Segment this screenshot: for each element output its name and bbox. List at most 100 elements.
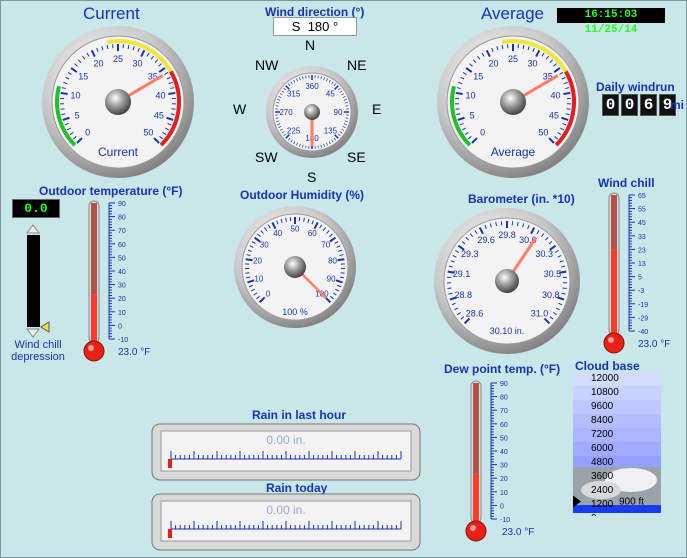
dew-point-scale-label: 0 <box>500 503 504 510</box>
current-wind-tick <box>168 91 176 96</box>
average-wind-tick <box>563 91 571 96</box>
wind-chill-thermometer: 65 55 45 33 23 13 5 -3 -19 -29 -40 <box>603 192 648 354</box>
wind-direction-tick-label: 225 <box>287 126 301 135</box>
wind-direction-tick-label: 270 <box>279 108 293 117</box>
humidity-gauge: 0102030405060708090100 100 % <box>234 206 356 328</box>
humidity-tick-label: 90 <box>327 274 336 283</box>
barometer-tick-label: 29.1 <box>453 269 471 279</box>
current-wind-tick <box>60 91 68 96</box>
wind-chill-depression-label-line1: Wind chill <box>14 339 62 351</box>
dew-point-title: Dew point temp. (°F) <box>444 362 561 376</box>
average-wind-tick-label: 30 <box>528 59 538 69</box>
cloud-base-ground <box>573 505 661 513</box>
cloud-base-scale-label: 3600 <box>591 471 614 482</box>
wind-chill-scale-label: 5 <box>638 275 642 282</box>
cloud-base-scale-label: 0 <box>591 513 597 516</box>
barometer-tick-label: 31.0 <box>531 309 549 319</box>
barometer-title: Barometer (in. *10) <box>468 192 575 206</box>
wind-chill-depression-label: Wind chill depression <box>11 339 65 363</box>
humidity-title: Outdoor Humidity (%) <box>240 188 364 202</box>
slider-pointer[interactable] <box>40 321 50 333</box>
current-wind-tick-label: 50 <box>143 127 153 137</box>
humidity-tick <box>340 272 345 274</box>
outdoor-temp-title: Outdoor temperature (°F) <box>39 184 183 198</box>
wind-chill-scale-label: 33 <box>638 234 646 241</box>
wind-chill-bulb-shine <box>608 337 614 343</box>
windrun-title: Daily windrun <box>596 80 675 94</box>
cloud-base-title: Cloud base <box>575 359 640 373</box>
humidity-tick-label: 10 <box>254 274 263 283</box>
outdoor-temp-scale-label: 80 <box>118 215 126 222</box>
humidity-tick-label: 20 <box>253 257 262 266</box>
barometer-tick <box>562 287 567 290</box>
outdoor-temp-mercury <box>91 294 97 345</box>
humidity-tick-label: 80 <box>328 257 337 266</box>
dew-point-scale-label: 90 <box>500 381 508 388</box>
wind-chill-mercury <box>611 249 617 337</box>
wind-chill-scale-label: 23 <box>638 247 646 254</box>
current-wind-label: Current <box>98 145 139 159</box>
wind-chill-depression-slider[interactable] <box>19 223 53 339</box>
wind-chill-title: Wind chill <box>598 176 655 190</box>
humidity-tick-label: 0 <box>266 290 271 299</box>
wind-chill-scale-label: -19 <box>638 302 648 309</box>
wind-chill-value: 23.0 °F <box>638 339 671 350</box>
current-wind-tick-label: 5 <box>75 110 80 120</box>
average-wind-tick-label: 10 <box>466 90 476 100</box>
average-wind-gauge: 05101520 25 3035404550 Average <box>437 26 589 178</box>
average-wind-tick-label: 45 <box>549 110 559 120</box>
weather-dashboard: Current 0 5 10 15 20 25 30 35 40 45 50 Current Win… <box>0 0 687 558</box>
barometer-label: 30.10 in. <box>490 326 525 336</box>
windrun-digit: 6 <box>640 94 657 116</box>
dew-point-bulb-shine <box>470 525 476 531</box>
wind-chill-scale-label: 13 <box>638 261 646 268</box>
average-wind-tick-label: 20 <box>488 59 498 69</box>
windrun-odometer: 0 0 6 9 <box>602 94 676 116</box>
cloud-base-scale-label: 4800 <box>591 457 614 468</box>
wind-chill-scale-label: -3 <box>638 288 644 295</box>
wind-chill-scale-label: 65 <box>638 193 646 200</box>
barometer-gauge: 28.628.829.129.329.629.830.030.330.530.8… <box>434 208 580 354</box>
outdoor-temp-scale-label: 20 <box>118 296 126 303</box>
cloud-base-scale-label: 1200 <box>591 499 614 510</box>
current-wind-tick-label: 40 <box>155 90 165 100</box>
wind-direction-tick-label: 135 <box>324 126 338 135</box>
rain-hour-title: Rain in last hour <box>252 408 347 422</box>
wind-direction-readout: S 180 ° <box>273 17 357 36</box>
current-wind-tick-label: 25 <box>113 54 123 64</box>
cloud-base-scale-label: 7200 <box>591 429 614 440</box>
barometer-tick-label: 30.3 <box>535 249 553 259</box>
outdoor-temp-thermometer: 90 80 70 60 50 40 30 20 10 0 -10 <box>83 200 128 362</box>
cloud-base-scale-label: 2400 <box>591 485 614 496</box>
wind-chill-bulb <box>603 332 625 354</box>
current-wind-tick-label: 0 <box>85 127 90 137</box>
cloud-base-band <box>573 442 661 457</box>
average-wind-label: Average <box>491 145 536 159</box>
current-wind-tick-label: 20 <box>93 59 103 69</box>
dew-point-scale-label: 60 <box>500 422 508 429</box>
average-wind-tick <box>455 108 460 110</box>
barometer-tick-label: 29.3 <box>461 249 479 259</box>
cloud-base-scale-label: 6000 <box>591 443 614 454</box>
current-wind-tick-label: 10 <box>71 90 81 100</box>
dew-point-scale-label: 30 <box>500 463 508 470</box>
dew-point-bulb <box>465 520 487 542</box>
cloud-base-scale-label: 9600 <box>591 401 614 412</box>
cloud-base-band <box>573 400 661 415</box>
barometer-tick-label: 29.8 <box>498 230 516 240</box>
outdoor-temp-scale-label: 0 <box>118 323 122 330</box>
outdoor-temp-scale-label: 70 <box>118 228 126 235</box>
dew-point-scale-label: 20 <box>500 476 508 483</box>
current-wind-tick <box>60 108 65 110</box>
barometer-tick-label: 28.6 <box>466 309 484 319</box>
outdoor-temp-value: 23.0 °F <box>118 347 151 358</box>
wind-direction-tick-label: 90 <box>334 108 343 117</box>
dew-point-scale-label: -10 <box>500 517 510 524</box>
average-wind-tick-label: 40 <box>550 90 560 100</box>
cloud-base-value: 900 ft <box>619 497 644 508</box>
compass-w: W <box>233 101 247 117</box>
current-wind-hub <box>105 89 131 115</box>
average-wind-tick-label: 5 <box>470 110 475 120</box>
outdoor-temp-scale-label: -10 <box>118 337 128 344</box>
outdoor-temp-scale-label: 90 <box>118 201 126 208</box>
